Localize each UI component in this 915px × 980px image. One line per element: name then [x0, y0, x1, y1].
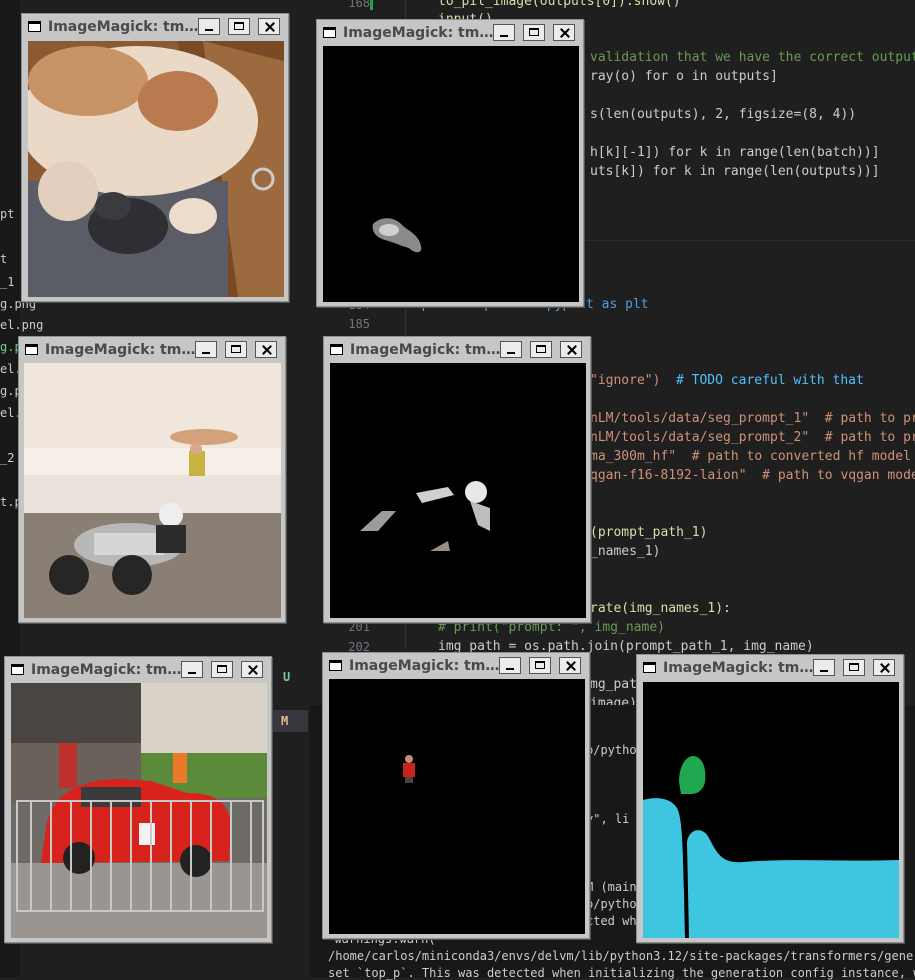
file-item[interactable]: pt	[0, 207, 14, 221]
window-app-icon	[330, 344, 343, 355]
code-line: nLM/tools/data/seg_prompt_1" # path to p…	[590, 411, 915, 426]
maximize-button[interactable]	[225, 341, 247, 358]
code-line: h[k][-1]) for k in range(len(batch))]	[590, 145, 880, 160]
imagemagick-window[interactable]: ImageMagick: tm…	[316, 19, 584, 307]
window-titlebar[interactable]: ImageMagick: tm…	[324, 337, 590, 363]
rider-mask	[330, 363, 586, 618]
window-titlebar[interactable]: ImageMagick: tm…	[19, 337, 285, 363]
window-titlebar[interactable]: ImageMagick: tm…	[323, 653, 589, 679]
minimize-button[interactable]	[499, 657, 521, 674]
window-titlebar[interactable]: ImageMagick: tm…	[317, 20, 583, 46]
code-line: ma_300m_hf" # path to converted hf model	[590, 449, 911, 464]
window-titlebar[interactable]: ImageMagick: tm…	[5, 657, 271, 683]
close-button[interactable]	[559, 657, 581, 674]
line-number: 168	[348, 0, 370, 10]
selected-row-highlight	[272, 710, 308, 732]
image-display	[329, 679, 585, 934]
code-line: to_pil_image(outputs[0]).show()	[438, 0, 681, 9]
color-segmentation-mask	[643, 682, 899, 938]
code-line: ray(o) for o in outputs]	[590, 69, 778, 84]
git-untracked-badge: U	[283, 670, 291, 684]
imagemagick-window[interactable]: ImageMagick: tm…	[636, 654, 904, 943]
window-app-icon	[323, 27, 336, 38]
rally-car-photo	[11, 683, 267, 938]
code-line: (prompt_path_1)	[590, 525, 708, 540]
close-button[interactable]	[258, 18, 280, 35]
maximize-button[interactable]	[228, 18, 250, 35]
window-app-icon	[11, 664, 24, 675]
window-title: ImageMagick: tm…	[349, 658, 500, 674]
maximize-button[interactable]	[523, 24, 545, 41]
code-line: # TODO careful with that	[676, 373, 864, 388]
close-button[interactable]	[241, 661, 263, 678]
minimize-button[interactable]	[195, 341, 217, 358]
close-button[interactable]	[873, 659, 895, 676]
terminal-line: set `top_p`. This was detected when init…	[328, 966, 915, 980]
minimize-button[interactable]	[181, 661, 203, 678]
window-titlebar[interactable]: ImageMagick: tm…	[637, 655, 903, 681]
maximize-button[interactable]	[529, 657, 551, 674]
imagemagick-window[interactable]: ImageMagick: tm…	[323, 336, 591, 623]
maximize-button[interactable]	[530, 341, 552, 358]
person-mask	[329, 679, 585, 934]
close-button[interactable]	[560, 341, 582, 358]
code-line: uts[k]) for k in range(len(outputs))]	[590, 164, 880, 179]
maximize-button[interactable]	[211, 661, 233, 678]
terminal-line: /home/carlos/miniconda3/envs/delvm/lib/p…	[328, 949, 915, 963]
terminal-line: y", li	[586, 812, 630, 826]
image-display	[24, 363, 281, 618]
dog-photo	[28, 41, 284, 297]
code-line: _names_1)	[590, 544, 661, 559]
minimize-button[interactable]	[813, 659, 835, 676]
maximize-button[interactable]	[843, 659, 865, 676]
terminal-line: M (main	[586, 880, 637, 894]
imagemagick-window[interactable]: ImageMagick: tm…	[18, 336, 286, 623]
window-app-icon	[643, 662, 656, 673]
terminal-line: p/pytho	[586, 743, 637, 757]
window-app-icon	[28, 21, 41, 32]
git-modified-badge: M	[281, 714, 289, 728]
window-title: ImageMagick: tm…	[663, 660, 814, 676]
image-display	[643, 682, 899, 938]
close-button[interactable]	[553, 24, 575, 41]
close-button[interactable]	[255, 341, 277, 358]
code-line: validation that we have the correct outp…	[590, 50, 915, 65]
code-line: s(len(outputs), 2, figsize=(8, 4))	[590, 107, 857, 122]
code-line: mg_pat	[590, 677, 637, 692]
code-line: rate(img_names_1):	[590, 601, 731, 616]
line-number: 185	[348, 317, 370, 331]
window-title: ImageMagick: tm…	[48, 19, 199, 35]
image-display	[323, 46, 579, 302]
puppy-mask	[323, 46, 579, 302]
window-title: ImageMagick: tm…	[31, 662, 182, 678]
imagemagick-window[interactable]: ImageMagick: tm…	[21, 13, 289, 302]
image-display	[11, 683, 267, 938]
minimize-button[interactable]	[493, 24, 515, 41]
file-item[interactable]: _1	[0, 275, 14, 289]
imagemagick-window[interactable]: ImageMagick: tm…	[4, 656, 272, 943]
window-title: ImageMagick: tm…	[343, 25, 494, 41]
minimize-button[interactable]	[198, 18, 220, 35]
file-item[interactable]: _2	[0, 451, 14, 465]
window-app-icon	[25, 344, 38, 355]
file-item[interactable]: t	[0, 252, 7, 266]
imagemagick-window[interactable]: ImageMagick: tm…	[322, 652, 590, 939]
code-line: "ignore")	[590, 373, 677, 388]
image-display	[330, 363, 586, 618]
window-title: ImageMagick: tm…	[45, 342, 196, 358]
window-app-icon	[329, 660, 342, 671]
file-item[interactable]: el.png	[0, 318, 43, 332]
window-titlebar[interactable]: ImageMagick: tm…	[22, 14, 288, 40]
motorcycle-photo	[24, 363, 281, 618]
minimize-button[interactable]	[500, 341, 522, 358]
terminal-line: p/pytho	[586, 897, 637, 911]
code-line: qgan-f16-8192-laion" # path to vqgan mod…	[590, 468, 915, 483]
window-title: ImageMagick: tm…	[350, 342, 501, 358]
code-line: nLM/tools/data/seg_prompt_2" # path to p…	[590, 430, 915, 445]
terminal-line: cted wh	[586, 914, 637, 928]
image-display	[28, 41, 284, 297]
git-change-indicator	[370, 0, 373, 10]
